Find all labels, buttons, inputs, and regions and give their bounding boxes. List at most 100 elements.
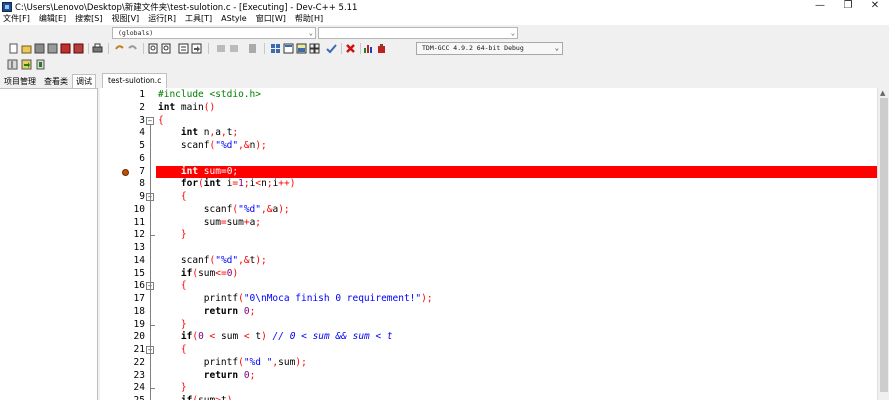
main-toolbar: TDM-GCC 4.9.2 64-bit Debug ⌄ [0,40,889,57]
code-line[interactable]: 17 printf("0\nMoca finish 0 requirement!… [100,293,877,306]
menu-astyle[interactable]: AStyle [221,13,247,25]
code-line[interactable]: 6 [100,153,877,166]
code-line[interactable]: 23 return 0; [100,370,877,383]
toolbar-separator [264,43,265,54]
save-icon[interactable] [34,43,45,54]
minimize-button[interactable]: — [806,0,834,13]
dev-cpp-window: C:\Users\Lenovo\Desktop\新建文件夹\test-sulot… [0,0,889,400]
line-number: 12 [133,229,145,241]
toggle-comment-icon[interactable] [21,59,32,70]
menu-bar: 文件[F] 编辑[E] 搜索[S] 视图[V] 运行[R] 工具[T] ASty… [0,13,889,25]
tab-project[interactable]: 项目管理 [0,74,40,88]
menu-window[interactable]: 窗口[W] [256,13,286,25]
compile-run-icon[interactable] [296,43,307,54]
code-line[interactable]: 25 if(sum>t) [100,395,877,400]
run-icon[interactable] [283,43,294,54]
code-line[interactable]: 8 for(int i=1;i<n;i++) [100,178,877,191]
code-line[interactable]: 7 int sum=0; [100,165,877,179]
code-text: { [180,280,187,292]
menu-search[interactable]: 搜索[S] [75,13,102,25]
menu-tools[interactable]: 工具[T] [185,13,212,25]
code-line[interactable]: 20 if(0 < sum < t) // 0 < sum && sum < t [100,331,877,344]
code-line[interactable]: 13 [100,242,877,255]
syntax-check-icon[interactable] [326,43,337,54]
code-line[interactable]: 18 return 0; [100,306,877,319]
menu-run[interactable]: 运行[R] [148,13,176,25]
print-icon[interactable] [92,43,103,54]
toolbar-separator [360,43,361,54]
code-line[interactable]: 19 } [100,319,877,332]
compiler-select[interactable]: TDM-GCC 4.9.2 64-bit Debug ⌄ [416,42,563,55]
code-line[interactable]: 9− { [100,191,877,204]
editor-tab-file[interactable]: test-sulotion.c [102,73,168,88]
scope-combo[interactable]: (globals) ⌄ [112,27,316,39]
code-text: return 0; [203,369,256,381]
toolbar-separator [208,43,209,54]
breakpoint-highlight [156,165,877,179]
line-number: 2 [139,101,145,113]
line-number: 4 [139,127,145,139]
tab-classes[interactable]: 查看类 [40,74,72,88]
bookmark-icon[interactable] [247,43,258,54]
line-number: 1 [139,89,145,100]
line-number: 8 [139,178,145,190]
close-all-icon[interactable] [73,43,84,54]
code-line[interactable]: 15 if(sum<=0) [100,268,877,281]
stop-execution-icon[interactable] [345,43,356,54]
code-line[interactable]: 14 scanf("%d",&t); [100,255,877,268]
replace-icon[interactable] [161,43,172,54]
fold-toggle-icon[interactable]: − [146,116,154,125]
maximize-button[interactable]: ❐ [834,0,862,13]
fold-guide [150,290,151,325]
line-number: 9 [139,191,145,202]
compile-icon[interactable] [270,43,281,54]
close-button[interactable]: ✕ [861,0,889,13]
chevron-down-icon: ⌄ [510,29,515,37]
editor-scrollbar[interactable]: ▲ [877,88,889,400]
code-line[interactable]: 1 #include <stdio.h> [100,89,877,102]
scrollbar-thumb[interactable] [880,98,888,392]
menu-file[interactable]: 文件[F] [3,13,30,25]
code-line[interactable]: 10 scanf("%d",&a); [100,204,877,217]
scroll-up-icon[interactable]: ▲ [880,89,885,97]
open-file-icon[interactable] [21,43,32,54]
code-line[interactable]: 16− { [100,280,877,293]
code-line[interactable]: 2 int main() [100,102,877,115]
code-line[interactable]: 12 } [100,229,877,242]
code-line[interactable]: 22 printf("%d ",sum); [100,357,877,370]
window-title: C:\Users\Lenovo\Desktop\新建文件夹\test-sulot… [15,2,358,13]
save-all-icon[interactable] [47,43,58,54]
code-line[interactable]: 11 sum=sum+a; [100,217,877,230]
find-icon[interactable] [148,43,159,54]
redo-icon[interactable] [127,43,138,54]
code-line[interactable]: 4 int n,a,t; [100,127,877,140]
insert-icon[interactable] [7,59,18,70]
menu-view[interactable]: 视图[V] [111,13,139,25]
debug-icon[interactable] [376,43,387,54]
tab-debug[interactable]: 调试 [72,74,96,88]
line-number: 7 [139,165,145,177]
undo-icon[interactable] [114,43,125,54]
close-file-icon[interactable] [60,43,71,54]
compiler-select-value: TDM-GCC 4.9.2 64-bit Debug [422,44,524,52]
code-line[interactable]: 5 scanf("%d",&n); [100,140,877,153]
indent-left-icon[interactable] [215,43,226,54]
fold-guide [150,354,151,389]
code-line[interactable]: 21− { [100,344,877,357]
code-text: scanf("%d",&t); [158,254,267,266]
menu-edit[interactable]: 编辑[E] [39,13,66,25]
goto-function-icon[interactable] [191,43,202,54]
code-editor[interactable]: 1 #include <stdio.h> 2 int main() 3−{4 int n… [100,88,877,400]
uncomment-icon[interactable] [35,59,46,70]
indent-right-icon[interactable] [229,43,240,54]
symbol-combo[interactable]: ⌄ [318,27,518,39]
new-file-icon[interactable] [8,43,19,54]
goto-line-icon[interactable] [178,43,189,54]
menu-help[interactable]: 帮助[H] [295,13,323,25]
profile-chart-icon[interactable] [363,43,374,54]
rebuild-all-icon[interactable] [309,43,320,54]
code-line[interactable]: 24 } [100,382,877,395]
code-line[interactable]: 3−{ [100,115,877,128]
code-text: return 0; [203,305,256,317]
code-text: if(0 < sum < t) // 0 < sum && sum < t [180,331,393,343]
